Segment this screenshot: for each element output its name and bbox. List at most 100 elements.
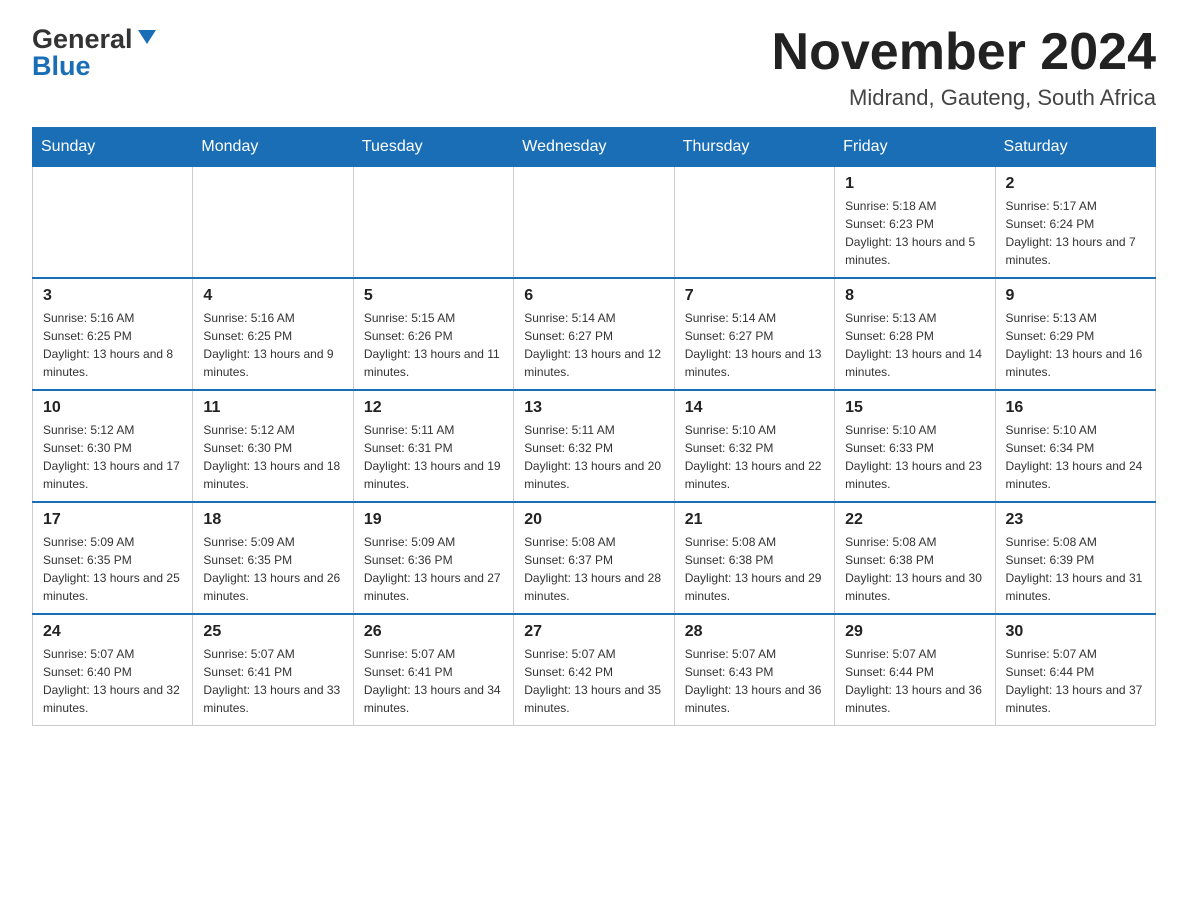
calendar-day-cell: 17 Sunrise: 5:09 AMSunset: 6:35 PMDayligh… [33,502,193,614]
calendar-day-cell: 2 Sunrise: 5:17 AMSunset: 6:24 PMDaylight… [995,167,1155,279]
day-number: 1 [845,175,984,193]
column-header-tuesday: Tuesday [353,128,513,167]
calendar-day-cell: 9 Sunrise: 5:13 AMSunset: 6:29 PMDaylight… [995,278,1155,390]
day-info: Sunrise: 5:12 AMSunset: 6:30 PMDaylight:… [43,421,182,493]
day-number: 28 [685,623,824,641]
calendar-day-cell: 26 Sunrise: 5:07 AMSunset: 6:41 PMDayligh… [353,614,513,726]
day-info: Sunrise: 5:17 AMSunset: 6:24 PMDaylight:… [1006,197,1145,269]
day-number: 26 [364,623,503,641]
day-number: 13 [524,399,663,417]
calendar-day-cell: 27Sunrise: 5:07 AMSunset: 6:42 PMDayligh… [514,614,674,726]
day-info: Sunrise: 5:07 AMSunset: 6:44 PMDaylight:… [1006,645,1145,717]
calendar-day-cell: 28Sunrise: 5:07 AMSunset: 6:43 PMDayligh… [674,614,834,726]
day-info: Sunrise: 5:14 AMSunset: 6:27 PMDaylight:… [524,309,663,381]
calendar-day-cell [33,167,193,279]
day-number: 6 [524,287,663,305]
day-number: 29 [845,623,984,641]
calendar-day-cell: 29 Sunrise: 5:07 AMSunset: 6:44 PMDayligh… [835,614,995,726]
day-number: 21 [685,511,824,529]
calendar-day-cell [514,167,674,279]
calendar-week-row: 24 Sunrise: 5:07 AMSunset: 6:40 PMDayligh… [33,614,1156,726]
logo-arrow-icon [136,26,158,53]
calendar-day-cell: 30Sunrise: 5:07 AMSunset: 6:44 PMDayligh… [995,614,1155,726]
title-block: November 2024 Midrand, Gauteng, South Af… [772,24,1156,111]
logo-blue-text: Blue [32,51,91,82]
column-header-monday: Monday [193,128,353,167]
day-number: 9 [1006,287,1145,305]
day-info: Sunrise: 5:11 AMSunset: 6:31 PMDaylight:… [364,421,503,493]
calendar-day-cell [193,167,353,279]
day-number: 2 [1006,175,1145,193]
calendar-table: SundayMondayTuesdayWednesdayThursdayFrid… [32,127,1156,726]
location-subtitle: Midrand, Gauteng, South Africa [772,85,1156,111]
calendar-day-cell: 21 Sunrise: 5:08 AMSunset: 6:38 PMDayligh… [674,502,834,614]
day-info: Sunrise: 5:09 AMSunset: 6:35 PMDaylight:… [43,533,182,605]
column-header-sunday: Sunday [33,128,193,167]
day-info: Sunrise: 5:07 AMSunset: 6:40 PMDaylight:… [43,645,182,717]
day-number: 3 [43,287,182,305]
calendar-week-row: 10Sunrise: 5:12 AMSunset: 6:30 PMDayligh… [33,390,1156,502]
calendar-day-cell: 14 Sunrise: 5:10 AMSunset: 6:32 PMDayligh… [674,390,834,502]
calendar-day-cell: 7 Sunrise: 5:14 AMSunset: 6:27 PMDaylight… [674,278,834,390]
calendar-day-cell [353,167,513,279]
day-info: Sunrise: 5:10 AMSunset: 6:34 PMDaylight:… [1006,421,1145,493]
calendar-day-cell: 24 Sunrise: 5:07 AMSunset: 6:40 PMDayligh… [33,614,193,726]
day-number: 8 [845,287,984,305]
day-info: Sunrise: 5:08 AMSunset: 6:39 PMDaylight:… [1006,533,1145,605]
day-number: 7 [685,287,824,305]
calendar-day-cell: 4Sunrise: 5:16 AMSunset: 6:25 PMDaylight… [193,278,353,390]
calendar-header-row: SundayMondayTuesdayWednesdayThursdayFrid… [33,128,1156,167]
day-info: Sunrise: 5:08 AMSunset: 6:37 PMDaylight:… [524,533,663,605]
day-info: Sunrise: 5:09 AMSunset: 6:35 PMDaylight:… [203,533,342,605]
calendar-week-row: 1 Sunrise: 5:18 AMSunset: 6:23 PMDaylight… [33,167,1156,279]
calendar-day-cell: 19Sunrise: 5:09 AMSunset: 6:36 PMDayligh… [353,502,513,614]
calendar-day-cell: 22 Sunrise: 5:08 AMSunset: 6:38 PMDayligh… [835,502,995,614]
day-info: Sunrise: 5:14 AMSunset: 6:27 PMDaylight:… [685,309,824,381]
calendar-day-cell: 5Sunrise: 5:15 AMSunset: 6:26 PMDaylight… [353,278,513,390]
day-number: 12 [364,399,503,417]
calendar-day-cell: 23 Sunrise: 5:08 AMSunset: 6:39 PMDayligh… [995,502,1155,614]
calendar-day-cell: 25 Sunrise: 5:07 AMSunset: 6:41 PMDayligh… [193,614,353,726]
day-info: Sunrise: 5:10 AMSunset: 6:33 PMDaylight:… [845,421,984,493]
day-number: 4 [203,287,342,305]
month-title: November 2024 [772,24,1156,81]
day-info: Sunrise: 5:13 AMSunset: 6:29 PMDaylight:… [1006,309,1145,381]
day-info: Sunrise: 5:12 AMSunset: 6:30 PMDaylight:… [203,421,342,493]
calendar-day-cell: 10Sunrise: 5:12 AMSunset: 6:30 PMDayligh… [33,390,193,502]
day-info: Sunrise: 5:07 AMSunset: 6:41 PMDaylight:… [203,645,342,717]
day-number: 25 [203,623,342,641]
calendar-day-cell: 12 Sunrise: 5:11 AMSunset: 6:31 PMDayligh… [353,390,513,502]
day-info: Sunrise: 5:18 AMSunset: 6:23 PMDaylight:… [845,197,984,269]
day-info: Sunrise: 5:07 AMSunset: 6:44 PMDaylight:… [845,645,984,717]
calendar-day-cell: 16Sunrise: 5:10 AMSunset: 6:34 PMDayligh… [995,390,1155,502]
calendar-day-cell: 13 Sunrise: 5:11 AMSunset: 6:32 PMDayligh… [514,390,674,502]
calendar-day-cell [674,167,834,279]
day-number: 18 [203,511,342,529]
calendar-week-row: 3 Sunrise: 5:16 AMSunset: 6:25 PMDaylight… [33,278,1156,390]
day-info: Sunrise: 5:10 AMSunset: 6:32 PMDaylight:… [685,421,824,493]
day-number: 19 [364,511,503,529]
calendar-day-cell: 11Sunrise: 5:12 AMSunset: 6:30 PMDayligh… [193,390,353,502]
page-header: General Blue November 2024 Midrand, Gaut… [32,24,1156,111]
calendar-week-row: 17 Sunrise: 5:09 AMSunset: 6:35 PMDayligh… [33,502,1156,614]
calendar-day-cell: 8Sunrise: 5:13 AMSunset: 6:28 PMDaylight… [835,278,995,390]
calendar-day-cell: 3 Sunrise: 5:16 AMSunset: 6:25 PMDaylight… [33,278,193,390]
day-number: 27 [524,623,663,641]
column-header-thursday: Thursday [674,128,834,167]
day-info: Sunrise: 5:07 AMSunset: 6:41 PMDaylight:… [364,645,503,717]
day-info: Sunrise: 5:08 AMSunset: 6:38 PMDaylight:… [845,533,984,605]
day-number: 23 [1006,511,1145,529]
day-number: 15 [845,399,984,417]
day-number: 5 [364,287,503,305]
day-number: 17 [43,511,182,529]
day-info: Sunrise: 5:08 AMSunset: 6:38 PMDaylight:… [685,533,824,605]
day-number: 24 [43,623,182,641]
calendar-day-cell: 18 Sunrise: 5:09 AMSunset: 6:35 PMDayligh… [193,502,353,614]
logo: General Blue [32,24,158,82]
day-info: Sunrise: 5:11 AMSunset: 6:32 PMDaylight:… [524,421,663,493]
day-info: Sunrise: 5:16 AMSunset: 6:25 PMDaylight:… [43,309,182,381]
calendar-day-cell: 15 Sunrise: 5:10 AMSunset: 6:33 PMDayligh… [835,390,995,502]
day-number: 22 [845,511,984,529]
day-number: 14 [685,399,824,417]
calendar-day-cell: 6 Sunrise: 5:14 AMSunset: 6:27 PMDaylight… [514,278,674,390]
